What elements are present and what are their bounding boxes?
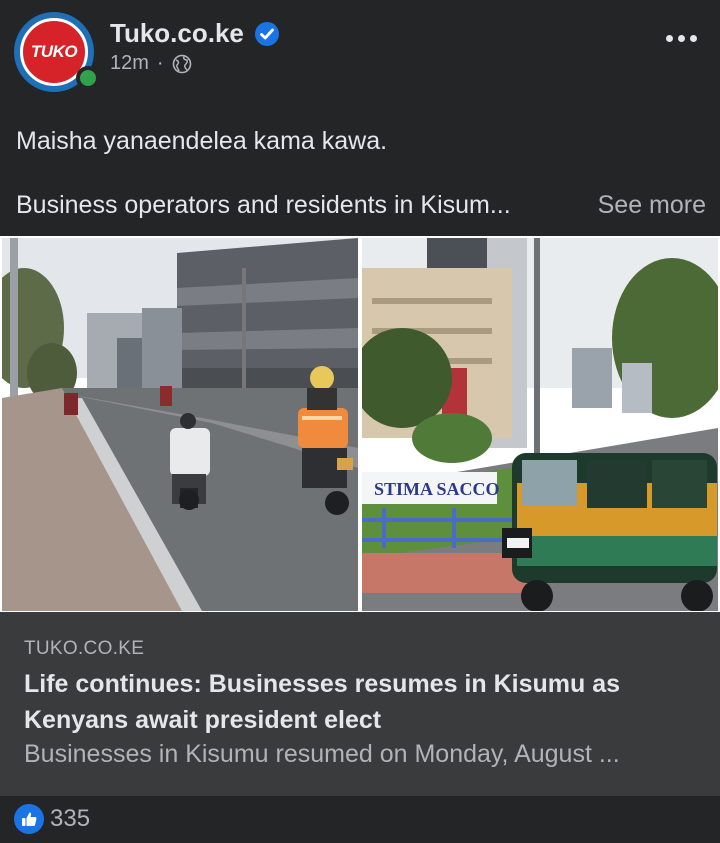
post-text: Maisha yanaendelea kama kawa. Business o… [16, 124, 706, 222]
link-description: Businesses in Kisumu resumed on Monday, … [24, 740, 620, 768]
post-timestamp[interactable]: 12m [110, 52, 149, 75]
reactions-bar: 335 [0, 796, 720, 843]
page-name-row: Tuko.co.ke [110, 18, 280, 49]
photo-grid: STIMA SACCO [0, 236, 720, 612]
post-meta: 12m · [110, 52, 192, 75]
thumbs-up-icon[interactable] [14, 804, 44, 834]
photo-street-motorbikes[interactable] [2, 238, 358, 611]
photo-roundabout-tuktuk[interactable]: STIMA SACCO [362, 238, 718, 611]
verified-badge-icon [254, 21, 279, 46]
post-text-line-1: Maisha yanaendelea kama kawa. [16, 127, 388, 155]
page-name[interactable]: Tuko.co.ke [110, 18, 244, 49]
logo-text: TUKO [30, 42, 78, 61]
link-preview-card[interactable]: TUKO.CO.KE Life continues: Businesses re… [0, 612, 720, 796]
post-text-line-2-row: Business operators and residents in Kisu… [16, 188, 706, 222]
meta-separator: · [156, 52, 164, 74]
post-header: TUKO Tuko.co.ke 12m · [0, 0, 720, 110]
stima-sacco-sign: STIMA SACCO [374, 479, 500, 499]
link-title[interactable]: Life continues: Businesses resumes in Ki… [24, 666, 694, 738]
post-text-line-2: Business operators and residents in Kisu… [16, 191, 511, 219]
online-status-dot [76, 66, 100, 90]
reaction-count[interactable]: 335 [50, 805, 90, 833]
see-more-link[interactable]: See more [598, 188, 706, 222]
more-options-icon[interactable] [666, 30, 702, 46]
globe-icon [172, 54, 191, 73]
link-domain: TUKO.CO.KE [24, 638, 145, 659]
